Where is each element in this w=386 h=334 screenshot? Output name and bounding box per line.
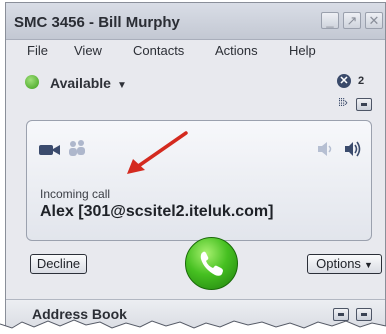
check-icon (25, 75, 39, 89)
presence-dropdown[interactable]: Available ▼ (50, 75, 127, 91)
torn-edge (0, 319, 386, 334)
missed-calls-count: 2 (358, 75, 365, 87)
options-button[interactable]: Options ▼ (307, 254, 382, 274)
menu-help[interactable]: Help (289, 43, 316, 58)
presence-label: Available (50, 75, 111, 91)
title-bar[interactable]: SMC 3456 - Bill Murphy _ ↗ ✕ (6, 3, 385, 40)
menu-view[interactable]: View (74, 43, 102, 58)
decline-button[interactable]: Decline (30, 254, 87, 274)
client-window: SMC 3456 - Bill Murphy _ ↗ ✕ File View C… (5, 2, 386, 334)
missed-calls-icon[interactable]: ✕ (337, 74, 351, 88)
close-button[interactable]: ✕ (365, 12, 383, 29)
annotation-arrow-icon (127, 131, 188, 174)
chevron-down-icon: ▼ (363, 260, 373, 270)
video-camera-icon[interactable] (39, 143, 61, 156)
caller-id: Alex [301@scsitel2.iteluk.com] (40, 203, 274, 220)
menu-file[interactable]: File (27, 43, 48, 58)
chevron-down-icon: ▼ (116, 80, 127, 91)
incoming-call-panel: Incoming call Alex [301@scsitel2.iteluk.… (26, 120, 372, 241)
menu-bar: File View Contacts Actions Help (6, 40, 385, 62)
options-label: Options (316, 256, 361, 271)
speaker-volume-icon[interactable] (343, 139, 363, 159)
phone-icon (200, 251, 223, 276)
minimize-button[interactable]: _ (321, 12, 339, 29)
dialpad-icon[interactable]: ⁞⁞⁞› (338, 97, 348, 109)
window-title: SMC 3456 - Bill Murphy (14, 14, 180, 31)
conference-icon[interactable] (67, 139, 87, 157)
collapse-button[interactable] (356, 98, 372, 111)
maximize-button[interactable]: ↗ (343, 12, 361, 29)
menu-contacts[interactable]: Contacts (133, 43, 184, 58)
presence-row: Available ▼ ✕ 2 ⁞⁞⁞› (6, 63, 385, 111)
speaker-mute-icon[interactable] (316, 141, 334, 157)
answer-call-button[interactable] (185, 237, 238, 290)
incoming-call-label: Incoming call (40, 187, 111, 201)
menu-actions[interactable]: Actions (215, 43, 258, 58)
